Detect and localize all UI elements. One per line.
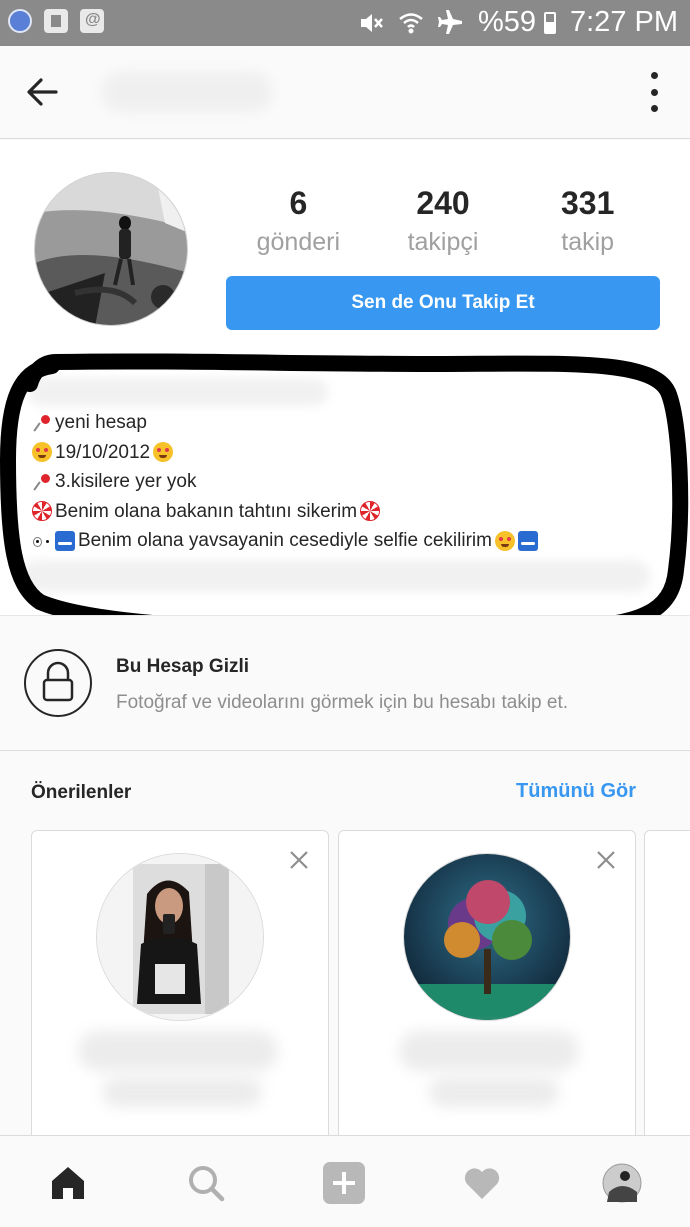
- redacted-suggestion-name: [78, 1031, 278, 1071]
- add-icon: [323, 1162, 365, 1204]
- smirk-emoji-icon: [494, 530, 515, 551]
- bio-line: 3.kisilere yer yok: [32, 467, 538, 497]
- bio-text: Benim olana yavsayanin cesediyle selfie …: [78, 530, 492, 551]
- profile-header: 6 gönderi 240 takipçi 331 takip Sen de O…: [0, 140, 690, 615]
- follow-button[interactable]: Sen de Onu Takip Et: [226, 276, 660, 330]
- suggestion-card[interactable]: [31, 830, 329, 1150]
- posts-count: 6: [289, 185, 308, 221]
- suggestion-card-partial[interactable]: [644, 830, 690, 1150]
- search-icon: [189, 1166, 225, 1202]
- following-count: 331: [560, 185, 615, 221]
- followers-count: 240: [416, 185, 470, 221]
- back-arrow-icon: [27, 78, 58, 106]
- more-dot: [650, 105, 658, 112]
- profile-icon: [602, 1163, 642, 1203]
- battery-percent: %59: [477, 6, 536, 38]
- suggestion-avatar-image: [404, 854, 570, 1020]
- wave-emoji-icon: [517, 530, 538, 551]
- followers-stat[interactable]: 240 takipçi: [371, 184, 516, 260]
- redacted-suggestion-info: [429, 1077, 559, 1107]
- recycle-notification-icon: [44, 9, 68, 33]
- lock-glyph: [42, 661, 74, 702]
- heart-icon: [464, 1168, 500, 1199]
- redacted-fullname: [28, 378, 328, 406]
- suggestions-title: Önerilenler: [31, 782, 132, 803]
- tab-add[interactable]: [321, 1160, 367, 1206]
- tab-activity[interactable]: [459, 1160, 505, 1206]
- tab-home[interactable]: [45, 1160, 91, 1206]
- status-bar: %59 7:27 PM: [0, 0, 690, 46]
- profile-avatar[interactable]: [34, 172, 188, 326]
- kissing-emoji-icon: [153, 442, 174, 463]
- posts-stat[interactable]: 6 gönderi: [226, 184, 371, 260]
- lollipop-emoji-icon: [360, 501, 381, 522]
- private-title: Bu Hesap Gizli: [116, 656, 250, 677]
- bio-text: 3.kisilere yer yok: [55, 471, 197, 492]
- wifi-icon: [399, 12, 423, 33]
- home-icon: [52, 1167, 84, 1199]
- heart-eyes-emoji-icon: [32, 442, 52, 463]
- posts-label: gönderi: [256, 228, 341, 256]
- mute-icon: [360, 13, 383, 32]
- more-options-button[interactable]: [648, 72, 660, 112]
- eyes-emoji-icon: [32, 531, 52, 551]
- close-icon[interactable]: [595, 849, 617, 871]
- more-vertical-icon: [650, 72, 658, 79]
- profile-stats: 6 gönderi 240 takipçi 331 takip: [226, 184, 660, 260]
- lock-icon: [24, 649, 92, 717]
- avatar-image: [35, 173, 187, 325]
- lollipop-emoji-icon: [32, 501, 52, 522]
- bio-text: 19/10/2012: [55, 441, 151, 463]
- bio-text: yeni hesap: [55, 412, 147, 433]
- tab-search[interactable]: [183, 1160, 229, 1206]
- clock: 7:27 PM: [570, 6, 678, 38]
- suggestion-card[interactable]: [338, 830, 636, 1150]
- suggestion-avatar[interactable]: [403, 853, 571, 1021]
- followers-label: takipçi: [407, 228, 479, 256]
- tab-profile[interactable]: [599, 1160, 645, 1206]
- redacted-suggestion-info: [102, 1077, 262, 1107]
- suggestion-avatar[interactable]: [96, 853, 264, 1021]
- battery-icon: [544, 11, 556, 34]
- suggestions-section: Önerilenler Tümünü Gör: [0, 752, 690, 1150]
- private-account-notice: Bu Hesap Gizli Fotoğraf ve videolarını g…: [0, 615, 690, 751]
- redacted-link: [20, 560, 650, 592]
- following-stat[interactable]: 331 takip: [515, 184, 660, 260]
- top-nav: [0, 46, 690, 139]
- wave-emoji-icon: [55, 530, 75, 551]
- following-label: takip: [561, 228, 615, 256]
- see-all-link[interactable]: Tümünü Gör: [516, 780, 636, 803]
- more-dot: [650, 88, 658, 96]
- pushpin-emoji-icon: [32, 413, 52, 433]
- bio-line: Benim olana bakanın tahtını sikerim: [32, 497, 538, 527]
- redacted-username: [102, 72, 272, 112]
- bottom-tab-bar: [0, 1135, 690, 1227]
- airplane-mode-icon: [437, 9, 462, 34]
- redacted-suggestion-name: [399, 1031, 579, 1071]
- private-subtitle: Fotoğraf ve videolarını görmek için bu h…: [116, 692, 569, 713]
- bio-line: 19/10/2012: [32, 438, 538, 468]
- pushpin-emoji-icon: [32, 472, 52, 492]
- bio-text: Benim olana bakanın tahtını sikerim: [55, 500, 358, 522]
- mail-notification-icon: [80, 9, 104, 33]
- bio-line: Benim olana yavsayanin cesediyle selfie …: [32, 526, 538, 556]
- close-icon[interactable]: [288, 849, 310, 871]
- back-button[interactable]: [22, 72, 68, 112]
- bio-line: yeni hesap: [32, 408, 538, 438]
- notification-icons: [8, 9, 104, 33]
- bio: yeni hesap 19/10/2012 3.kisilere yer yok…: [32, 408, 538, 556]
- browser-notification-icon: [8, 9, 32, 33]
- suggestion-avatar-image: [97, 854, 263, 1020]
